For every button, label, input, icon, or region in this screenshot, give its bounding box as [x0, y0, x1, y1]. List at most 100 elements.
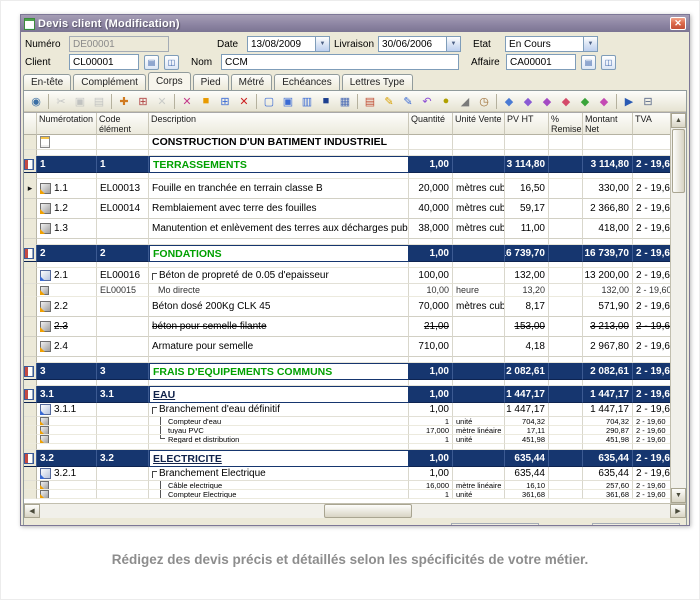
etat-dropdown-icon[interactable]: ▼ [583, 36, 598, 52]
numero-field[interactable] [69, 36, 169, 52]
table-row[interactable]: 33FRAIS D'EQUIPEMENTS COMMUNS1,002 082,6… [24, 363, 672, 380]
table-row[interactable]: 3.13.1EAU1,001 447,171 447,172 - 19,60 [24, 386, 672, 403]
add-table-icon[interactable]: ⊞ [216, 93, 234, 110]
table-row[interactable]: 1.3Manutention et enlèvement des terres … [24, 219, 672, 239]
livraison-field[interactable] [378, 36, 446, 52]
window-view-icon[interactable]: ▢ [260, 93, 278, 110]
etat-combo[interactable]: ▼ [505, 36, 598, 52]
diamond-magenta-icon[interactable]: ◆ [595, 93, 613, 110]
copy-icon[interactable]: ▣ [71, 93, 89, 110]
diamond-violet-icon[interactable]: ◆ [538, 93, 556, 110]
table-row[interactable]: 2.3béton pour semelle filante21,00153,00… [24, 317, 672, 337]
scroll-down-icon[interactable]: ▼ [671, 488, 686, 503]
bracket-icon [152, 471, 157, 478]
date-dropdown-icon[interactable]: ▼ [315, 36, 330, 52]
cell-rem [549, 467, 583, 481]
insert-icon[interactable]: ✚ [115, 93, 133, 110]
special-paste-icon[interactable]: ⊞ [134, 93, 152, 110]
vertical-scroll-thumb[interactable] [672, 129, 685, 193]
affaire-lookup-icon[interactable]: ▤ [581, 55, 596, 70]
livraison-dropdown-icon[interactable]: ▼ [446, 36, 461, 52]
clock-icon[interactable]: ◷ [475, 93, 493, 110]
scroll-left-icon[interactable]: ◀ [24, 504, 40, 518]
table-row[interactable]: 3.1.1Branchement d'eau définitif1,001 44… [24, 403, 672, 417]
affaire-field[interactable] [506, 54, 576, 70]
diamond-red-icon[interactable]: ◆ [557, 93, 575, 110]
table-row[interactable]: 2.1EL00016Béton de propreté de 0.05 d'ep… [24, 268, 672, 284]
table-row[interactable]: 2.2Béton dosé 200Kg CLK 4570,000mètres c… [24, 297, 672, 317]
tools-icon[interactable]: ◢ [456, 93, 474, 110]
affaire-detail-icon[interactable]: ◫ [601, 55, 616, 70]
tab-lettres-type[interactable]: Lettres Type [342, 74, 413, 90]
printer-icon[interactable]: ⊟ [639, 93, 657, 110]
tab-m-tr-[interactable]: Métré [231, 74, 273, 90]
date-combo[interactable]: ▼ [247, 36, 330, 52]
grid-icon[interactable]: ▦ [336, 93, 354, 110]
scroll-up-icon[interactable]: ▲ [671, 113, 686, 128]
window-layout-icon[interactable]: ▥ [298, 93, 316, 110]
vertical-scrollbar[interactable]: ▲ ▼ [670, 113, 686, 503]
table-row[interactable]: CONSTRUCTION D'UN BATIMENT INDUSTRIEL [24, 135, 672, 150]
pencil-icon[interactable]: ✎ [380, 93, 398, 110]
table-row[interactable]: Compteur Electrique1unité361,68361,682 -… [24, 490, 672, 499]
date-field[interactable] [247, 36, 315, 52]
erase-icon[interactable]: ✕ [153, 93, 171, 110]
scroll-right-icon[interactable]: ▶ [670, 504, 686, 518]
client-field[interactable] [69, 54, 139, 70]
cut-icon[interactable]: ✂ [52, 93, 70, 110]
tab-en-t-te[interactable]: En-tête [23, 74, 71, 90]
table-row[interactable]: 22FONDATIONS1,0016 739,7016 739,702 - 19… [24, 245, 672, 262]
window-save-icon[interactable]: ▣ [279, 93, 297, 110]
record-navigator-icon[interactable]: ◉ [27, 93, 45, 110]
table-row[interactable]: EL00015Mo directe10,00heure13,20132,002 … [24, 284, 672, 297]
lock-icon[interactable]: ■ [197, 93, 215, 110]
table-row[interactable]: ▸1.1EL00013Fouille en tranchée en terrai… [24, 179, 672, 199]
recalc-checkbox[interactable] [30, 525, 41, 526]
tab-ech-ances[interactable]: Echéances [274, 74, 339, 90]
pencil-alt-icon[interactable]: ✎ [399, 93, 417, 110]
table-row[interactable]: 3.2.1Branchement Electrique1,00635,44635… [24, 467, 672, 481]
undo-icon[interactable]: ↶ [418, 93, 436, 110]
next-panel-icon[interactable]: ▶ [620, 93, 638, 110]
table-row[interactable]: 2.4Armature pour semelle710,004,182 967,… [24, 337, 672, 357]
livraison-combo[interactable]: ▼ [378, 36, 461, 52]
tab-corps[interactable]: Corps [148, 72, 191, 90]
horizontal-scroll-thumb[interactable] [324, 504, 412, 518]
row-number: 2.1 [54, 270, 68, 281]
diamond-blue-icon[interactable]: ◆ [500, 93, 518, 110]
table-row[interactable]: 3.23.2ELECTRICITE1,00635,44635,442 - 19,… [24, 450, 672, 467]
horizontal-scroll-track[interactable] [40, 504, 670, 518]
table-row[interactable]: Câble electrique16,000mètre linéaire16,1… [24, 481, 672, 490]
close-button[interactable]: ✕ [670, 17, 686, 30]
horizontal-scrollbar[interactable]: ◀ ▶ [24, 503, 686, 518]
tab-compl-ment[interactable]: Complément [73, 74, 146, 90]
diamond-purple-icon[interactable]: ◆ [519, 93, 537, 110]
delete-line-icon[interactable]: ✕ [178, 93, 196, 110]
row-description: TERRASSEMENTS [153, 159, 247, 171]
diamond-green-icon[interactable]: ◆ [576, 93, 594, 110]
row-tva: 2 - 19,60 [636, 301, 672, 312]
table-row[interactable]: 1.2EL00014Remblaiement avec terre des fo… [24, 199, 672, 219]
etat-field[interactable] [505, 36, 583, 52]
client-lookup-icon[interactable]: ▤ [144, 55, 159, 70]
notebook-icon[interactable]: ▤ [361, 93, 379, 110]
vertical-scroll-track[interactable] [671, 194, 686, 488]
title-bar[interactable]: Devis client (Modification) ✕ [21, 15, 689, 32]
paste-icon[interactable]: ▤ [90, 93, 108, 110]
tab-pied[interactable]: Pied [193, 74, 229, 90]
table-row[interactable]: 11TERRASSEMENTS1,003 114,803 114,802 - 1… [24, 156, 672, 173]
person-icon[interactable]: ● [437, 93, 455, 110]
table-row[interactable]: Regard et distribution1unité451,98451,98… [24, 435, 672, 444]
row-qty: 1,00 [430, 389, 449, 400]
monitor-icon[interactable]: ■ [317, 93, 335, 110]
cell-net: 1 447,17 [583, 386, 633, 403]
table-row[interactable]: Compteur d'eau1unité704,32704,322 - 19,6… [24, 417, 672, 426]
table-row[interactable]: tuyau PVC17,000mètre linéaire17,11290,87… [24, 426, 672, 435]
cell-pv: 11,00 [505, 219, 549, 239]
remove-icon[interactable]: ✕ [235, 93, 253, 110]
nom-field[interactable] [221, 54, 459, 70]
cell-tva: 2 - 19,60 [633, 417, 672, 426]
row-code: EL00016 [100, 270, 140, 281]
client-detail-icon[interactable]: ◫ [164, 55, 179, 70]
cell-unit: mètre linéaire [453, 481, 505, 490]
